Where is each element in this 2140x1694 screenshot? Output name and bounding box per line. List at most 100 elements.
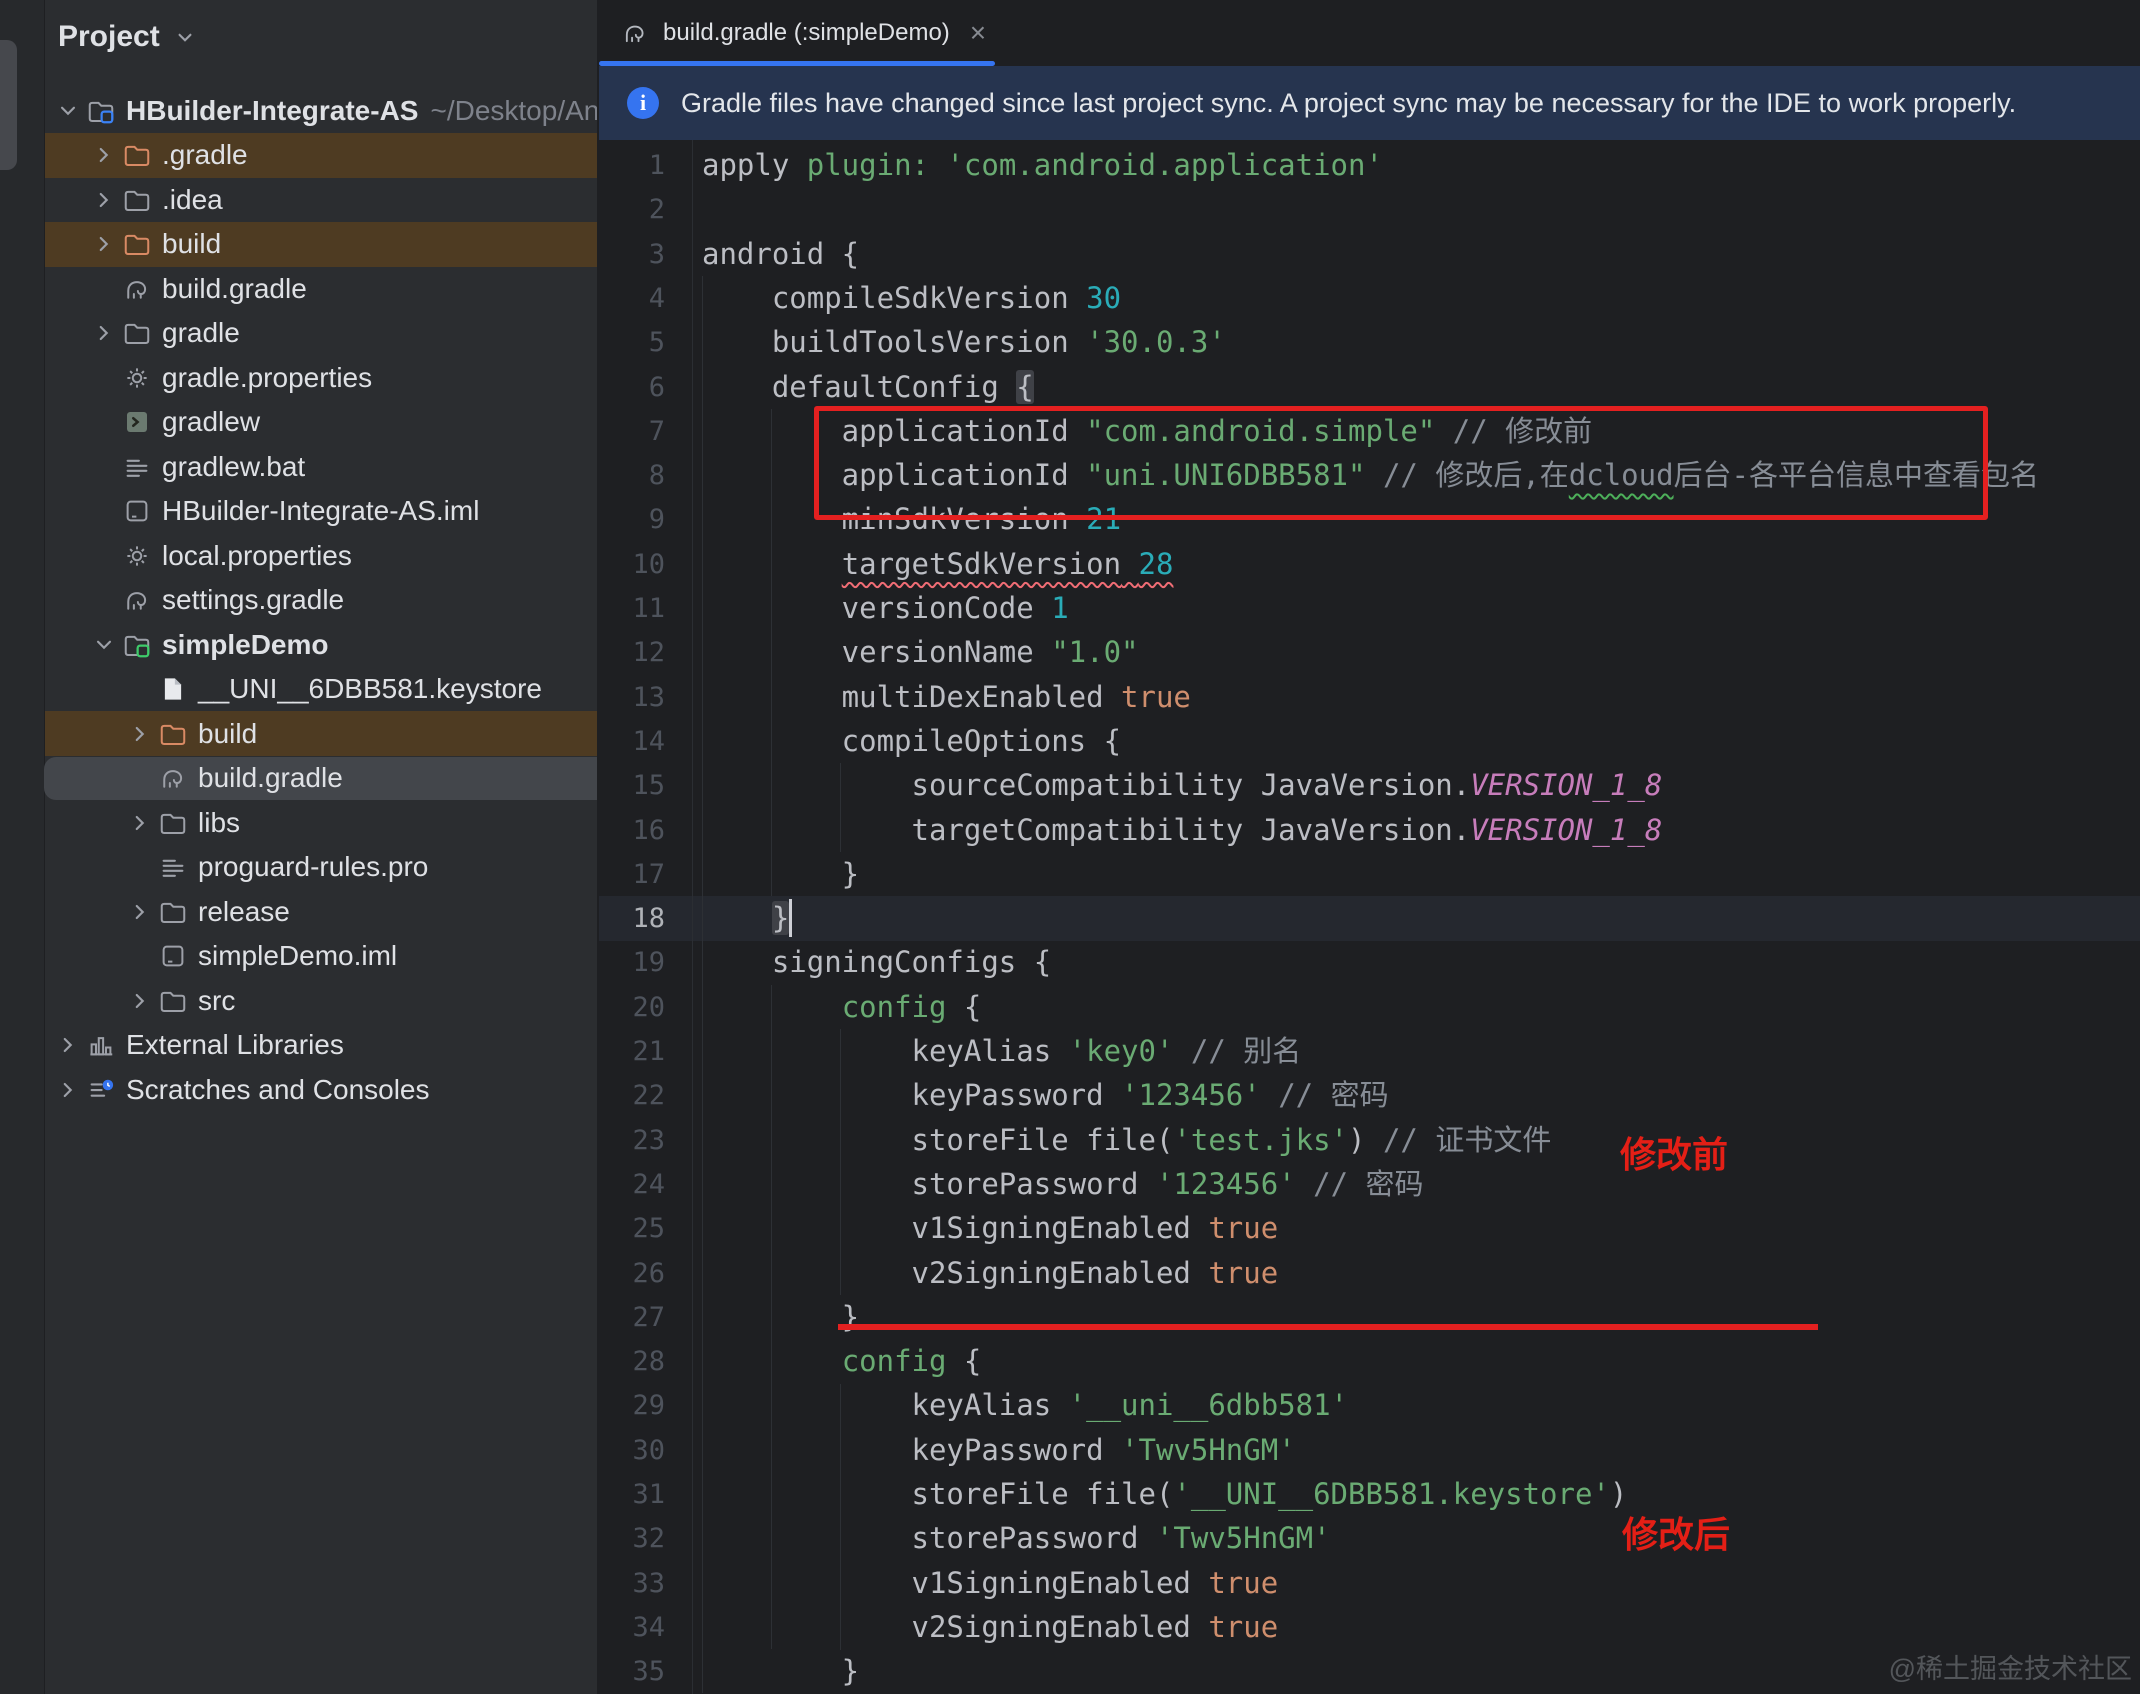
chevron-down-icon[interactable] [50,98,86,124]
tree-item-build-gradle[interactable]: build.gradle [0,266,599,311]
tree-item-gradle[interactable]: gradle [0,311,599,356]
code-editor[interactable]: 1apply plugin: 'com.android.application'… [599,140,2140,1694]
tree-item-simpledemo[interactable]: simpleDemo [0,622,599,667]
tab-build-gradle[interactable]: build.gradle (:simpleDemo) × [599,0,995,66]
chevron-right-icon[interactable] [86,231,122,257]
chevron-right-icon[interactable] [86,142,122,168]
chevron-right-icon[interactable] [122,988,158,1014]
code-text: storeFile file('test.jks') // 证书文件 [702,1118,1551,1163]
line-number: 17 [599,852,665,897]
chevron-down-icon[interactable] [172,24,198,50]
line-number: 6 [599,365,665,410]
line-number: 19 [599,940,665,985]
tree-item-simpledemo-iml[interactable]: simpleDemo.iml [0,934,599,979]
tree-item-build-gradle[interactable]: build.gradle [0,756,599,801]
editor-pane[interactable]: build.gradle (:simpleDemo) × i Gradle fi… [599,0,2140,1694]
line-number: 34 [599,1605,665,1650]
line-number: 12 [599,630,665,675]
annotation-box [814,406,1988,520]
line-number: 29 [599,1383,665,1428]
tree-item-local-properties[interactable]: local.properties [0,533,599,578]
tree-item-label: build [198,718,257,750]
tree-item-label: .gradle [162,139,248,171]
chevron-right-icon[interactable] [50,1077,86,1103]
line-number: 4 [599,276,665,321]
tree-item-gradlew-bat[interactable]: gradlew.bat [0,444,599,489]
code-line-22: 22 keyPassword '123456' // 密码 [599,1073,2140,1118]
code-text: v2SigningEnabled true [702,1251,1278,1296]
tree-item-scratches-and-consoles[interactable]: Scratches and Consoles [0,1067,599,1112]
tree-item-release[interactable]: release [0,889,599,934]
tree-item-libs[interactable]: libs [0,800,599,845]
tree-item--idea[interactable]: .idea [0,177,599,222]
tree-item-label: build [162,228,221,260]
project-header[interactable]: Project [58,14,198,60]
tree-item-hbuilder-integrate-as-iml[interactable]: HBuilder-Integrate-AS.iml [0,489,599,534]
folder-excluded-icon [122,140,162,170]
gradle-icon [621,19,649,47]
code-line-13: 13 multiDexEnabled true [599,675,2140,720]
code-line-27: 27 } [599,1295,2140,1340]
code-text: storePassword '123456' // 密码 [702,1162,1424,1207]
tree-item-label: simpleDemo.iml [198,940,397,972]
tree-item-settings-gradle[interactable]: settings.gradle [0,578,599,623]
gear-file-icon [122,363,162,393]
tree-item-gradle-properties[interactable]: gradle.properties [0,355,599,400]
project-header-title: Project [58,20,160,54]
code-text: signingConfigs { [702,940,1051,985]
code-line-28: 28 config { [599,1339,2140,1384]
tree-item-src[interactable]: src [0,978,599,1023]
code-text: storePassword 'Twv5HnGM' [702,1516,1331,1561]
chevron-right-icon[interactable] [122,899,158,925]
close-icon[interactable]: × [970,17,986,49]
tree-item-label: __UNI__6DBB581.keystore [198,673,542,705]
line-number: 31 [599,1472,665,1517]
code-line-31: 31 storeFile file('__UNI__6DBB581.keysto… [599,1472,2140,1517]
tree-item--uni-6dbb581-keystore[interactable]: __UNI__6DBB581.keystore [0,667,599,712]
code-text: keyPassword 'Twv5HnGM' [702,1428,1296,1473]
folder-icon [158,986,198,1016]
chevron-right-icon[interactable] [86,187,122,213]
code-line-11: 11 versionCode 1 [599,586,2140,631]
line-number: 35 [599,1649,665,1694]
code-line-2: 2 [599,187,2140,232]
code-line-16: 16 targetCompatibility JavaVersion.VERSI… [599,808,2140,853]
tree-item-external-libraries[interactable]: External Libraries [0,1023,599,1068]
chevron-right-icon[interactable] [50,1032,86,1058]
annotation-label-after: 修改后 [1622,1506,1730,1558]
code-line-14: 14 compileOptions { [599,719,2140,764]
line-number: 24 [599,1162,665,1207]
line-number: 2 [599,187,665,232]
chevron-right-icon[interactable] [122,721,158,747]
tree-item-gradlew[interactable]: gradlew [0,400,599,445]
chevron-down-icon[interactable] [86,632,122,658]
line-number: 25 [599,1206,665,1251]
line-number: 14 [599,719,665,764]
tree-item-label: gradle.properties [162,362,372,394]
gradle-sync-banner: i Gradle files have changed since last p… [599,66,2140,140]
chevron-right-icon[interactable] [122,810,158,836]
code-text: storeFile file('__UNI__6DBB581.keystore'… [702,1472,1627,1517]
line-number: 20 [599,985,665,1030]
console-file-icon [122,407,162,437]
tree-item-build[interactable]: build [0,222,599,267]
code-text: v1SigningEnabled true [702,1561,1278,1606]
line-number: 3 [599,232,665,277]
watermark: @稀土掘金技术社区 [1889,1647,2132,1686]
tree-item-label: gradlew.bat [162,451,305,483]
tree-item-label: .idea [162,184,223,216]
code-line-21: 21 keyAlias 'key0' // 别名 [599,1029,2140,1074]
ide-window: Project HBuilder-Integrate-AS~/Desktop/A… [0,0,2140,1694]
tree-item-hbuilder-integrate-as[interactable]: HBuilder-Integrate-AS~/Desktop/And [0,88,599,133]
tree-item-proguard-rules-pro[interactable]: proguard-rules.pro [0,845,599,890]
gradle-icon [158,763,198,793]
code-text: defaultConfig { [702,365,1034,410]
tree-item-build[interactable]: build [0,711,599,756]
tree-item-path: ~/Desktop/And [430,95,599,127]
chevron-right-icon[interactable] [86,320,122,346]
code-line-23: 23 storeFile file('test.jks') // 证书文件 [599,1118,2140,1163]
annotation-underline [838,1324,1818,1330]
gradle-icon [122,585,162,615]
tree-item--gradle[interactable]: .gradle [0,133,599,178]
line-number: 10 [599,542,665,587]
